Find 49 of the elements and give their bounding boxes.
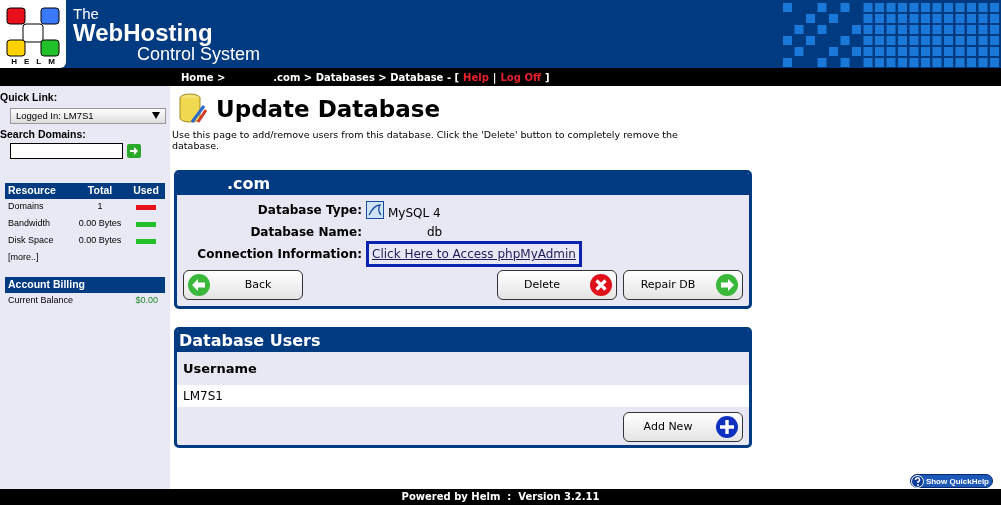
forward-button[interactable]: Repair DB bbox=[623, 270, 743, 301]
nav-link-text[interactable]: Log Off bbox=[500, 69, 541, 85]
title-text: WebHosting bbox=[73, 21, 214, 45]
table-cell: Current Balance bbox=[8, 294, 74, 308]
breadcrumb-text[interactable]: Home > bbox=[181, 69, 226, 85]
table-cell-text: Bandwidth bbox=[8, 217, 52, 231]
description-text: Use this page to add/remove users from this database. Click the 'Delete' button to completely remove the database. bbox=[172, 128, 679, 153]
table-header: Resource Total Used bbox=[5, 182, 165, 199]
field-label: Database Type: bbox=[256, 202, 363, 220]
quickhelp-button[interactable]: Show QuickHelp bbox=[909, 474, 993, 488]
title-text: The bbox=[73, 6, 100, 21]
title-text: Control System bbox=[137, 45, 261, 63]
add-button[interactable]: Add New bbox=[623, 412, 743, 443]
phpmyadmin-link[interactable]: Click Here to Access phpMyAdmin bbox=[366, 241, 582, 268]
table-cell-text: 0.00 Bytes bbox=[77, 217, 123, 231]
footer-text: Powered by Helm : Version 3.2.11 bbox=[0, 489, 1001, 505]
caret-icon bbox=[152, 112, 160, 120]
separator-text: | bbox=[492, 70, 497, 85]
page-title: Update Database bbox=[216, 95, 441, 124]
breadcrumb-text: ] bbox=[545, 70, 550, 85]
field-label: Database Name: bbox=[249, 224, 363, 242]
quick-link-dropdown[interactable]: Logged In: LM7S1 bbox=[10, 107, 166, 124]
delete-button[interactable]: Delete bbox=[497, 270, 617, 301]
table-cell-text: 1 bbox=[96, 200, 104, 214]
quick-link-label: Quick Link: bbox=[0, 90, 59, 105]
field-value: MySQL 4 bbox=[388, 204, 441, 222]
logo-text: HELM bbox=[11, 58, 62, 66]
table-cell: LM7S1 bbox=[177, 385, 749, 408]
logo-squares-icon bbox=[3, 6, 63, 58]
search-field[interactable] bbox=[10, 142, 123, 159]
close-icon bbox=[589, 273, 613, 298]
table-cell: $0.00 bbox=[135, 294, 158, 308]
table-cell-text: Disk Space bbox=[8, 234, 55, 248]
table-cell-text: 0.00 Bytes bbox=[77, 234, 123, 248]
field-value: db bbox=[427, 224, 443, 242]
plus-icon bbox=[715, 415, 739, 440]
billing-header: Account Billing bbox=[5, 276, 165, 293]
go-arrow-button[interactable] bbox=[127, 143, 141, 158]
search-label: Search Domains: bbox=[0, 126, 87, 142]
breadcrumb-text: .com > Databases > Database - [ bbox=[273, 70, 460, 85]
card-title: .com bbox=[177, 173, 749, 196]
more-link[interactable]: [more..] bbox=[8, 251, 39, 265]
field-label: Connection Information: bbox=[196, 246, 363, 264]
help-icon bbox=[910, 474, 924, 488]
table-cell-text: Domains bbox=[8, 200, 45, 214]
back-button[interactable]: Back bbox=[183, 270, 303, 301]
card-title: Database Users bbox=[177, 330, 749, 353]
nav-link-text[interactable]: Help bbox=[463, 69, 489, 85]
dolphin-icon bbox=[366, 201, 384, 220]
